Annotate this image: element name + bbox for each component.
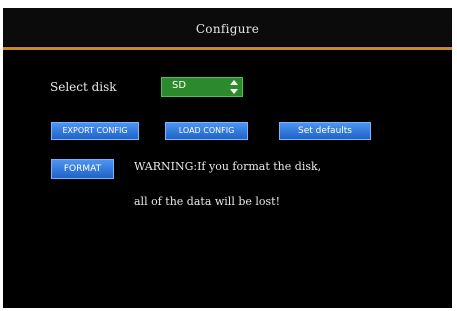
- select-disk-label: Select disk: [50, 80, 117, 94]
- disk-select[interactable]: SD: [161, 77, 243, 97]
- warning-line-1: WARNING:If you format the disk,: [134, 160, 322, 173]
- title-bar: Configure: [3, 8, 452, 46]
- title-divider: [3, 47, 452, 50]
- load-config-button[interactable]: LOAD CONFIG: [165, 122, 248, 140]
- format-button[interactable]: FORMAT: [51, 159, 114, 179]
- disk-select-value: SD: [172, 80, 187, 91]
- warning-line-2: all of the data will be lost!: [134, 195, 281, 208]
- window-title: Configure: [195, 22, 260, 36]
- export-config-button[interactable]: EXPORT CONFIG: [51, 122, 139, 140]
- configure-screen: Configure Select disk SD EXPORT CONFIG L…: [3, 8, 452, 308]
- set-defaults-button[interactable]: Set defaults: [279, 122, 371, 140]
- up-down-arrows-icon[interactable]: [230, 80, 238, 94]
